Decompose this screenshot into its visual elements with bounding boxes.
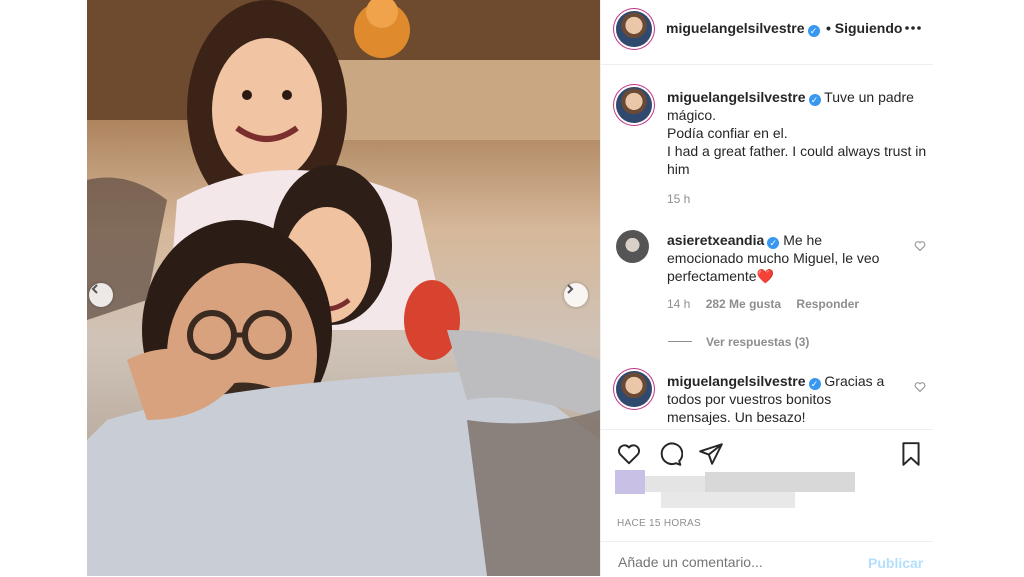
post-photo[interactable]	[87, 0, 600, 576]
comment-icon[interactable]	[657, 441, 683, 467]
caption-text-line: mágico.	[667, 107, 717, 123]
send-icon[interactable]	[698, 441, 724, 467]
comment-text-line: perfectamente❤️	[667, 268, 774, 284]
add-comment-bar: Publicar	[601, 541, 934, 577]
comment-time[interactable]: 14 h	[667, 297, 690, 311]
comment-text-line: Gracias a	[824, 373, 885, 389]
caption-username[interactable]: miguelangelsilvestre	[667, 89, 806, 105]
comment-username[interactable]: asieretxeandia	[667, 232, 764, 248]
verified-badge-icon: ✓	[808, 378, 821, 390]
right-margin	[933, 0, 1024, 576]
replies-divider	[668, 341, 692, 343]
comment-text-line: Me he	[783, 232, 823, 248]
header-username[interactable]: miguelangelsilvestre	[666, 20, 805, 36]
view-replies[interactable]: Ver respuestas (3)	[668, 333, 809, 351]
next-photo-button[interactable]	[564, 283, 588, 307]
post-header: miguelangelsilvestre ✓ • Siguiendo	[601, 0, 934, 65]
publish-button[interactable]: Publicar	[868, 555, 923, 571]
comment-like-heart-icon[interactable]	[914, 381, 926, 393]
caption-text-line: Tuve un padre	[824, 89, 914, 105]
caption-time[interactable]: 15 h	[667, 192, 927, 206]
comment-text-line: todos por vuestros bonitos	[667, 391, 832, 407]
chevron-right-icon	[567, 284, 574, 294]
comment-first-line: asieretxeandia ✓ Me he	[667, 231, 907, 249]
comment-likes[interactable]: 282 Me gusta	[706, 297, 781, 311]
reply-button[interactable]: Responder	[796, 297, 859, 311]
comment-like-heart-icon[interactable]	[914, 240, 926, 252]
verified-badge-icon: ✓	[767, 237, 780, 249]
comment-first-line: miguelangelsilvestre ✓ Gracias a	[667, 372, 907, 390]
comment-item: miguelangelsilvestre ✓ Gracias a todos po…	[667, 372, 907, 426]
more-options-button[interactable]	[901, 16, 925, 40]
post-timestamp[interactable]: HACE 15 HORAS	[617, 518, 701, 529]
more-horizontal-icon	[905, 26, 921, 30]
action-bar	[601, 429, 934, 478]
comment-username[interactable]: miguelangelsilvestre	[667, 373, 806, 389]
author-avatar[interactable]	[616, 11, 652, 47]
comment-text-line: emocionado mucho Miguel, le veo	[667, 250, 880, 266]
caption-text-line: Podía confiar en el.	[667, 125, 788, 141]
comment-meta: 14 h 282 Me gusta Responder	[667, 297, 907, 311]
post-details-panel: miguelangelsilvestre ✓ • Siguiendo miguel…	[600, 0, 934, 576]
bookmark-icon[interactable]	[898, 441, 924, 467]
caption-block: miguelangelsilvestre ✓ Tuve un padre mági…	[667, 88, 927, 206]
caption-text-line: I had a great father. I could always tru…	[667, 143, 927, 159]
commenter-avatar[interactable]	[616, 230, 649, 263]
header-user-line: miguelangelsilvestre ✓ • Siguiendo	[666, 20, 902, 38]
caption-first-line: miguelangelsilvestre ✓ Tuve un padre	[667, 88, 927, 106]
commenter-avatar[interactable]	[616, 371, 652, 407]
previous-photo-button[interactable]	[89, 283, 113, 307]
chevron-left-icon	[91, 284, 98, 294]
caption-avatar[interactable]	[616, 87, 652, 123]
verified-badge-icon: ✓	[807, 25, 820, 37]
follow-status[interactable]: • Siguiendo	[826, 20, 902, 36]
caption-text-line: him	[667, 161, 690, 177]
photo-illustration	[87, 0, 600, 576]
view-replies-label: Ver respuestas (3)	[706, 335, 810, 349]
comment-item: asieretxeandia ✓ Me he emocionado mucho M…	[667, 231, 907, 311]
left-margin	[0, 0, 87, 576]
comment-text-line: mensajes. Un besazo!	[667, 409, 806, 425]
verified-badge-icon: ✓	[808, 94, 821, 106]
heart-icon[interactable]	[616, 441, 642, 467]
comment-input[interactable]	[616, 550, 860, 574]
